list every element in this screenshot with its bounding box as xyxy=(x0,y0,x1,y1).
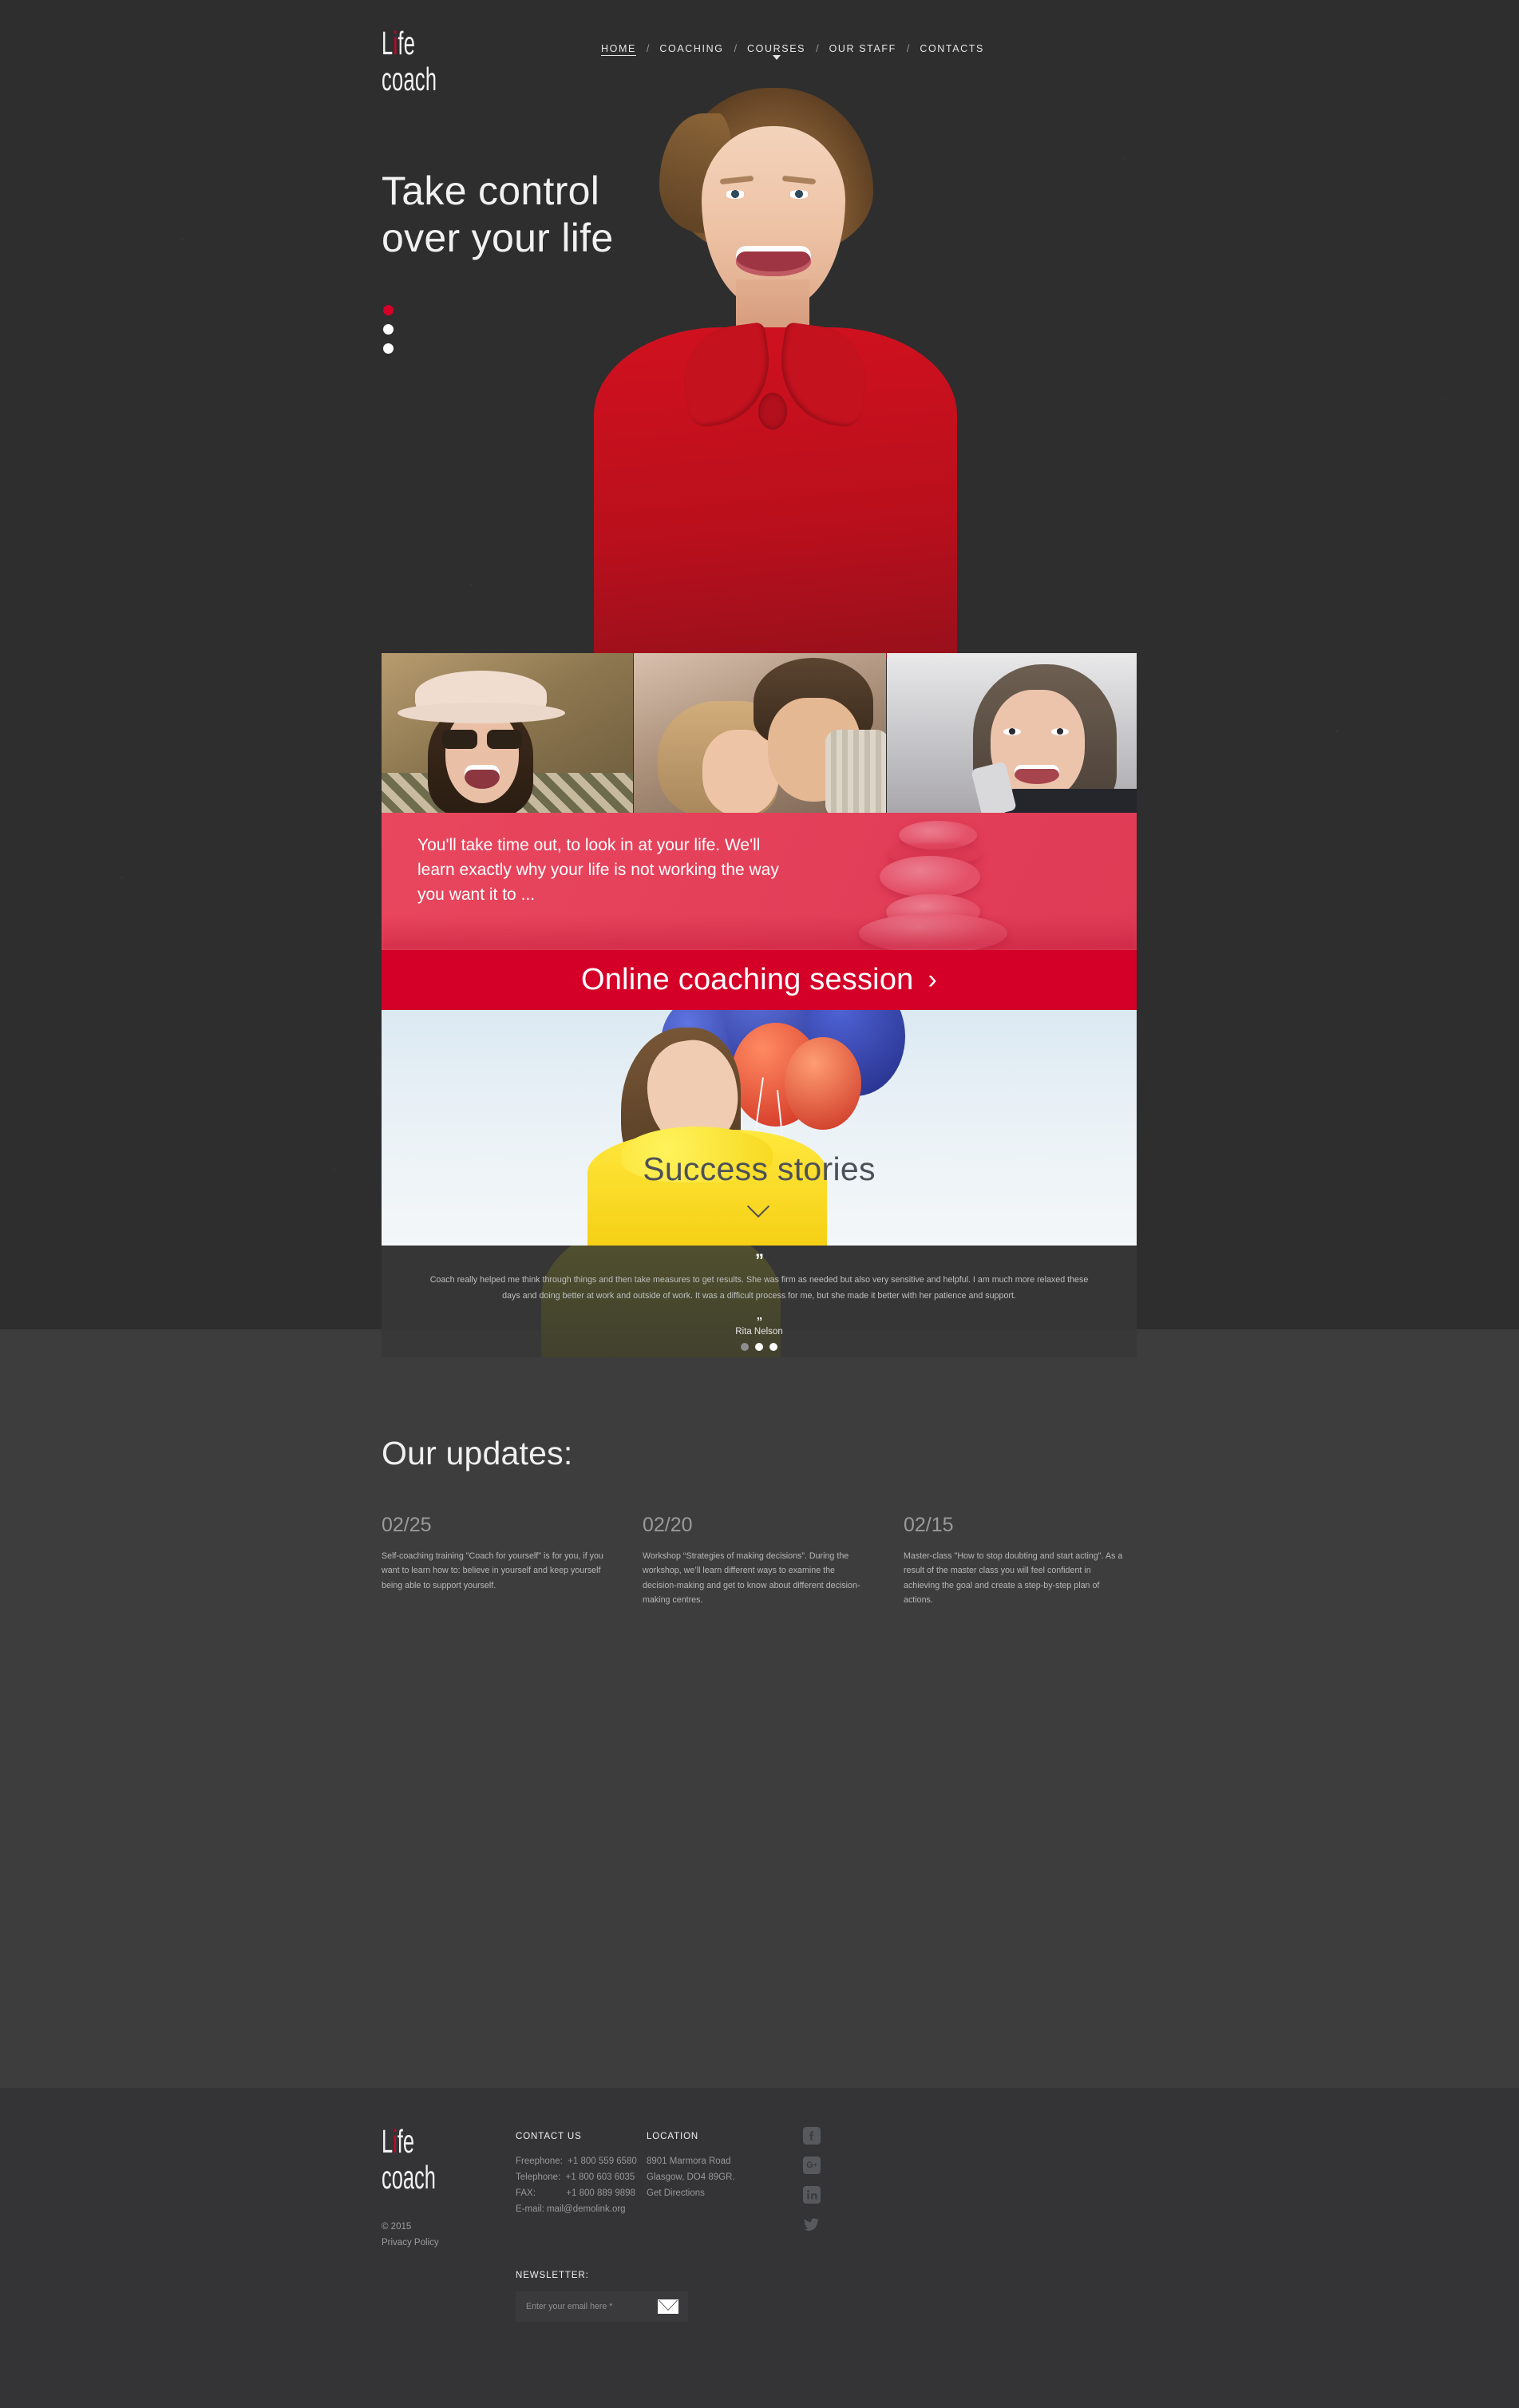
main-navigation: HOME / COACHING / COURSES / OUR STAFF / … xyxy=(601,42,984,60)
success-stories-banner[interactable]: Success stories xyxy=(382,1010,1137,1246)
cta-label: Online coaching session xyxy=(580,963,914,996)
nav-separator: / xyxy=(646,43,650,54)
success-stories-title: Success stories xyxy=(643,1151,876,1187)
promo-text: You'll take time out, to look in at your… xyxy=(417,836,779,904)
footer-logo-l: L xyxy=(382,2123,394,2160)
nav-link-coaching[interactable]: COACHING xyxy=(659,43,723,54)
update-text: Self-coaching training "Coach for yourse… xyxy=(382,1551,603,1590)
contact-fax: FAX: +1 800 889 9898 xyxy=(516,2188,635,2198)
update-date: 02/25 xyxy=(382,1514,432,1536)
nav-separator: / xyxy=(906,43,910,54)
update-item[interactable]: 02/15 Master-class "How to stop doubting… xyxy=(904,1515,1127,1608)
privacy-policy-link[interactable]: Privacy Policy xyxy=(382,2235,439,2251)
nav-link-home[interactable]: HOME xyxy=(601,43,636,54)
google-plus-icon[interactable] xyxy=(803,2157,821,2174)
photo-gallery-strip xyxy=(382,653,1137,813)
location-heading: LOCATION xyxy=(647,2132,699,2141)
site-logo[interactable]: Life coach xyxy=(382,27,471,96)
chevron-right-icon: › xyxy=(928,964,938,995)
updates-heading: Our updates: xyxy=(382,1435,573,1471)
hero-headline-line-1: Take control xyxy=(382,168,600,213)
quote-open-icon: ” xyxy=(755,1250,764,1270)
promo-dust-overlay xyxy=(382,917,1137,950)
promo-block: You'll take time out, to look in at your… xyxy=(382,813,1137,950)
newsletter-heading: NEWSLETTER: xyxy=(516,2271,589,2280)
page-stage: Life coach HOME / COACHING / COURSES / O… xyxy=(0,0,1519,2408)
contact-freephone: Freephone: +1 800 559 6580 xyxy=(516,2157,637,2166)
newsletter-email-input[interactable] xyxy=(516,2291,648,2322)
nav-item-coaching[interactable]: COACHING xyxy=(659,42,723,56)
footer-logo[interactable]: Life coach xyxy=(382,2125,469,2194)
footer-logo-line-1: Life xyxy=(382,2125,436,2158)
hero-slider: Take control over your life xyxy=(382,88,1137,659)
testimonial-dot-1[interactable] xyxy=(741,1343,749,1351)
testimonial-dot-2[interactable] xyxy=(755,1343,763,1351)
update-text: Master-class "How to stop doubting and s… xyxy=(904,1551,1123,1606)
quote-close-icon: ” xyxy=(756,1315,763,1329)
testimonial-text: Coach really helped me think through thi… xyxy=(429,1275,1089,1301)
hero-slider-pagination[interactable] xyxy=(383,305,394,362)
nav-separator: / xyxy=(734,43,738,54)
logo-l: L xyxy=(382,25,394,61)
update-date: 02/20 xyxy=(643,1514,693,1536)
update-item[interactable]: 02/25 Self-coaching training "Coach for … xyxy=(382,1515,605,1608)
gallery-image-3[interactable] xyxy=(887,653,1137,813)
gallery-image-2[interactable] xyxy=(634,653,886,813)
nav-item-home[interactable]: HOME xyxy=(601,42,636,56)
testimonial-pagination[interactable] xyxy=(382,1343,1137,1351)
testimonial-block: ” Coach really helped me think through t… xyxy=(382,1246,1137,1357)
contact-telephone: Telephone: +1 800 603 6035 xyxy=(516,2172,635,2182)
contact-email[interactable]: E-mail: mail@demolink.org xyxy=(516,2202,637,2218)
updates-grid: 02/25 Self-coaching training "Coach for … xyxy=(382,1515,1137,1608)
nav-link-contacts[interactable]: CONTACTS xyxy=(920,43,984,54)
footer-logo-line-2: coach xyxy=(382,2159,436,2196)
footer-social-links xyxy=(803,2127,821,2245)
nav-link-courses[interactable]: COURSES xyxy=(747,43,805,54)
logo-line-1: Life xyxy=(382,27,437,60)
chevron-down-icon[interactable] xyxy=(748,1198,770,1221)
testimonial-author: Rita Nelson xyxy=(735,1327,783,1337)
online-coaching-session-button[interactable]: Online coaching session › xyxy=(382,950,1137,1010)
hero-slider-dot-3[interactable] xyxy=(383,343,394,354)
update-item[interactable]: 02/20 Workshop “Strategies of making dec… xyxy=(643,1515,866,1608)
footer-contact-block: CONTACT US Freephone: +1 800 559 6580 Te… xyxy=(516,2132,637,2218)
site-header: Life coach HOME / COACHING / COURSES / O… xyxy=(382,0,1137,96)
hero-headline-line-2: over your life xyxy=(382,216,614,260)
nav-item-our-staff[interactable]: OUR STAFF xyxy=(829,42,896,56)
location-city: Glasgow, DO4 89GR. xyxy=(647,2172,735,2182)
copyright-text: © 2015 xyxy=(382,2222,412,2232)
newsletter-block: NEWSLETTER: xyxy=(516,2271,688,2322)
hero-headline: Take control over your life xyxy=(382,168,765,262)
logo-fe: fe xyxy=(398,25,416,61)
nav-item-courses[interactable]: COURSES xyxy=(747,42,805,60)
update-text: Workshop “Strategies of making decisions… xyxy=(643,1551,860,1606)
hero-slider-dot-1[interactable] xyxy=(383,305,394,315)
linkedin-icon[interactable] xyxy=(803,2186,821,2204)
nav-item-contacts[interactable]: CONTACTS xyxy=(920,42,984,56)
get-directions-link[interactable]: Get Directions xyxy=(647,2186,735,2202)
envelope-icon xyxy=(658,2299,678,2314)
nav-link-our-staff[interactable]: OUR STAFF xyxy=(829,43,896,54)
update-date: 02/15 xyxy=(904,1514,954,1536)
updates-section: Our updates: 02/25 Self-coaching trainin… xyxy=(382,1437,1137,1608)
content-column: Life coach HOME / COACHING / COURSES / O… xyxy=(382,0,1137,2408)
twitter-icon[interactable] xyxy=(803,2216,821,2233)
gallery-image-1[interactable] xyxy=(382,653,633,813)
testimonial-dot-3[interactable] xyxy=(769,1343,777,1351)
newsletter-submit-button[interactable] xyxy=(648,2291,688,2322)
newsletter-form xyxy=(516,2291,688,2322)
chevron-down-icon xyxy=(772,55,781,60)
footer-location-block: LOCATION 8901 Marmora Road Glasgow, DO4 … xyxy=(647,2132,735,2202)
location-street: 8901 Marmora Road xyxy=(647,2157,731,2166)
footer-logo-fe: fe xyxy=(397,2123,414,2160)
hero-slider-dot-2[interactable] xyxy=(383,324,394,335)
footer-copyright-block: © 2015 Privacy Policy xyxy=(382,2219,439,2251)
contact-heading: CONTACT US xyxy=(516,2132,582,2141)
facebook-icon[interactable] xyxy=(803,2127,821,2145)
nav-separator: / xyxy=(816,43,819,54)
